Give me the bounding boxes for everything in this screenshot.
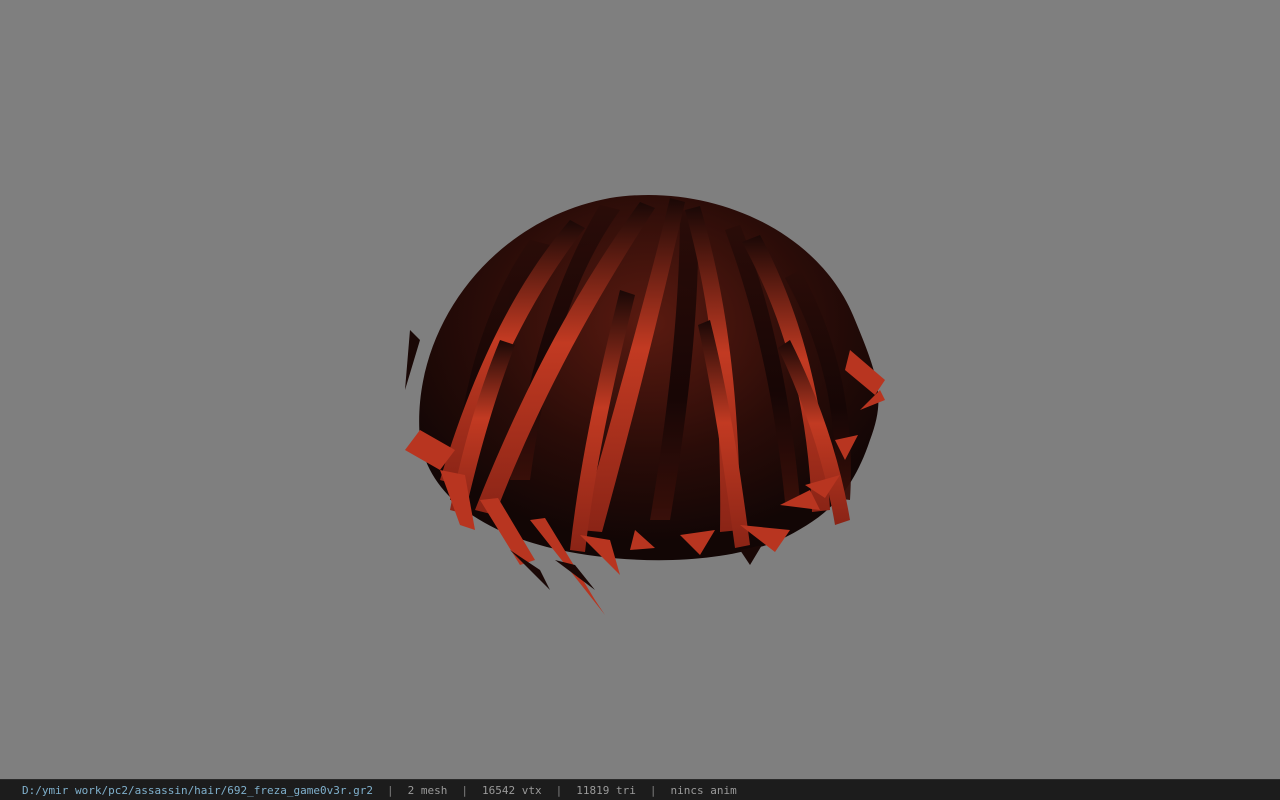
vertex-count: 16542 vtx bbox=[482, 783, 542, 797]
separator: | bbox=[555, 783, 563, 797]
separator: | bbox=[649, 783, 657, 797]
separator: | bbox=[387, 783, 394, 797]
triangle-count: 11819 tri bbox=[576, 783, 636, 797]
status-bar: D:/ymir work/pc2/assassin/hair/692_freza… bbox=[0, 779, 1280, 800]
separator: | bbox=[461, 783, 468, 797]
mesh-count: 2 mesh bbox=[407, 783, 448, 797]
animation-status: nincs anim bbox=[670, 783, 737, 797]
3d-viewport[interactable] bbox=[0, 0, 1280, 779]
hair-model bbox=[405, 194, 885, 615]
file-path: D:/ymir work/pc2/assassin/hair/692_freza… bbox=[22, 783, 373, 797]
